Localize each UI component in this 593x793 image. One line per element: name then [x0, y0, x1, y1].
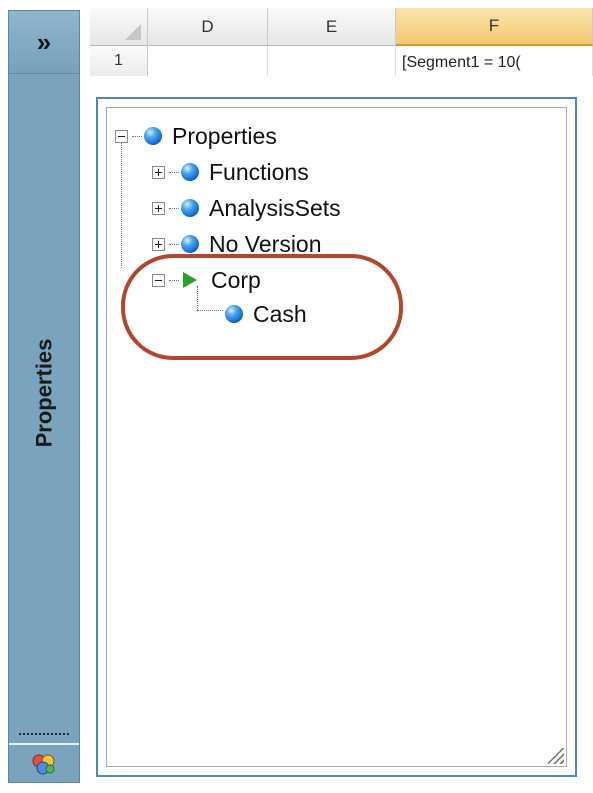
highlight-annotation — [121, 254, 403, 360]
properties-panel: Properties Functions AnalysisSets No Ver… — [96, 97, 577, 777]
tree-dots — [169, 243, 179, 245]
tree-node-label: Properties — [172, 122, 277, 149]
tree-dots — [169, 171, 179, 173]
double-chevron-right-icon: » — [36, 26, 52, 57]
tree-node-analysissets[interactable]: AnalysisSets — [152, 192, 341, 224]
column-header-d[interactable]: D — [148, 8, 268, 46]
tree-dots — [169, 207, 179, 209]
taskpane-title-container: Properties — [9, 73, 79, 713]
column-header-e[interactable]: E — [268, 8, 396, 46]
splitter-grip[interactable] — [19, 733, 69, 739]
tree-dots — [132, 135, 142, 137]
cell-e1[interactable] — [268, 46, 396, 76]
expand-icon[interactable] — [152, 165, 165, 179]
tree-node-properties[interactable]: Properties — [115, 120, 277, 152]
expand-pane-button[interactable]: » — [9, 11, 79, 74]
blue-orb-icon — [181, 235, 199, 253]
row-header-1[interactable]: 1 — [90, 46, 148, 76]
add-in-button[interactable] — [9, 745, 79, 783]
blue-orb-icon — [144, 127, 162, 145]
properties-taskpane-collapsed: » Properties — [0, 0, 82, 793]
cell-d1[interactable] — [148, 46, 268, 76]
expand-icon[interactable] — [152, 237, 165, 251]
blue-orb-icon — [181, 199, 199, 217]
resize-grip[interactable] — [548, 748, 564, 764]
properties-tree-view[interactable]: Properties Functions AnalysisSets No Ver… — [106, 107, 567, 767]
tree-node-label: AnalysisSets — [209, 194, 341, 221]
cell-f1[interactable]: [Segment1 = 10( — [396, 46, 593, 76]
column-header-f[interactable]: F — [396, 8, 593, 46]
tree-node-label: Functions — [209, 158, 309, 185]
collapse-icon[interactable] — [115, 129, 128, 143]
tree-node-functions[interactable]: Functions — [152, 156, 309, 188]
expand-icon[interactable] — [152, 201, 165, 215]
taskpane-title: Properties — [31, 338, 57, 448]
select-all-corner[interactable] — [90, 8, 148, 46]
tree-connector — [121, 142, 122, 268]
taskpane-strip: » Properties — [8, 10, 80, 783]
add-in-icon — [32, 754, 55, 775]
blue-orb-icon — [181, 163, 199, 181]
tree: Properties Functions AnalysisSets No Ver… — [107, 108, 566, 766]
